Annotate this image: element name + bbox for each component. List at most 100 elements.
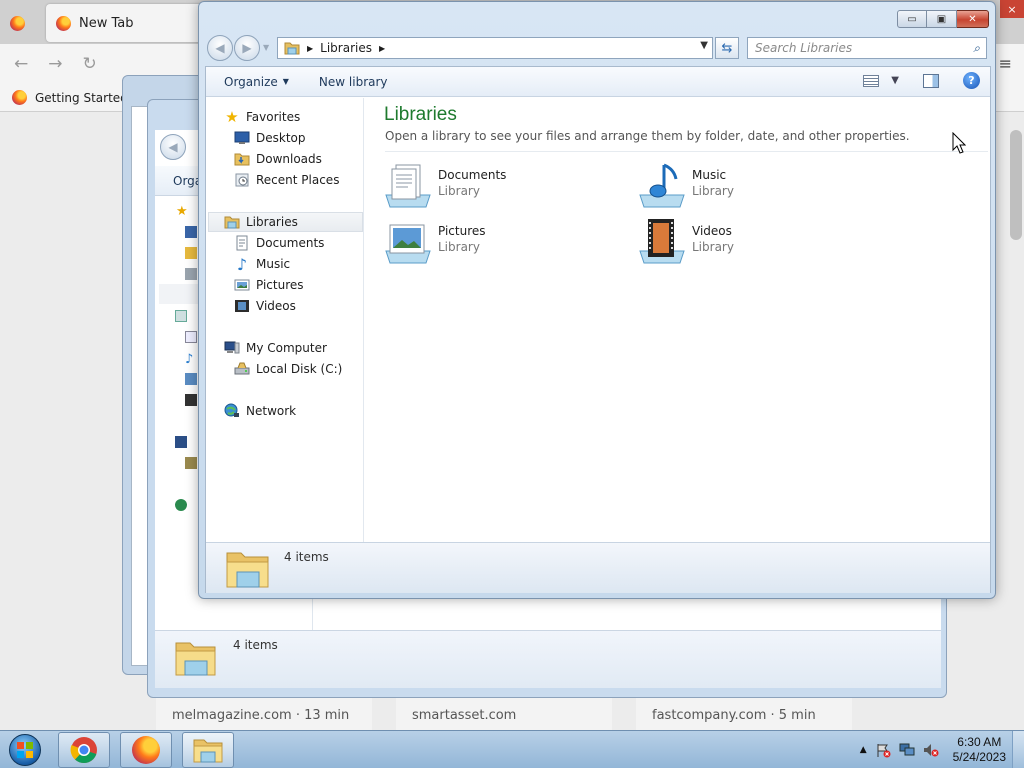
network-icon	[175, 499, 187, 511]
help-icon[interactable]: ?	[963, 72, 980, 89]
show-hidden-icons-button[interactable]: ▲	[860, 745, 867, 755]
browser-close-button[interactable]: ×	[1000, 0, 1024, 18]
close-button[interactable]: ✕	[957, 10, 989, 28]
volume-muted-icon[interactable]	[923, 742, 939, 758]
pictures-library-icon	[385, 224, 431, 264]
music-library-icon	[639, 163, 685, 208]
library-tile-music[interactable]: Music Library	[638, 161, 878, 211]
windows-logo-icon	[9, 734, 41, 766]
breadcrumb-libraries[interactable]: Libraries	[320, 41, 372, 55]
star-icon: ★	[225, 108, 239, 126]
views-icon	[863, 74, 880, 87]
nav-label: Local Disk (C:)	[256, 362, 343, 376]
new-library-button[interactable]: New library	[319, 75, 388, 89]
show-desktop-button[interactable]	[1012, 731, 1024, 768]
search-box[interactable]: Search Libraries ⌕	[747, 37, 987, 59]
libraries-content: Libraries Open a library to see your fil…	[366, 98, 990, 542]
nav-desktop[interactable]: Desktop	[234, 128, 306, 148]
libraries-folder-icon	[193, 739, 223, 763]
minimize-button[interactable]: ▭	[897, 10, 927, 28]
address-dropdown-icon[interactable]: ▼	[700, 40, 708, 51]
forward-arrow-icon[interactable]: →	[48, 54, 62, 74]
clock[interactable]: 6:30 AM 5/24/2023	[953, 735, 1006, 765]
nav-videos[interactable]: Videos	[234, 296, 296, 316]
bookmark-getting-started[interactable]: Getting Started	[35, 91, 128, 105]
firefox-icon	[132, 736, 160, 764]
firefox-tab-new-tab[interactable]: New Tab	[46, 4, 206, 42]
hamburger-menu-icon[interactable]: ≡	[999, 54, 1012, 73]
nav-music[interactable]: ♪ Music	[234, 254, 290, 274]
nav-network[interactable]: Network	[224, 401, 296, 421]
change-view-button[interactable]: ▼	[863, 74, 899, 87]
action-center-flag-icon[interactable]	[875, 742, 891, 758]
taskbar: ▲ 6:30 AM 5/24/2023	[0, 730, 1024, 768]
search-input[interactable]: Search Libraries	[755, 41, 852, 55]
library-tile-videos[interactable]: Videos Library	[638, 217, 878, 267]
library-name: Documents	[438, 168, 507, 182]
breadcrumb-chevron-icon[interactable]: ▶	[379, 44, 385, 53]
library-type: Library	[692, 240, 734, 254]
firefox-tab-pinned[interactable]	[0, 4, 44, 42]
breadcrumb-separator-icon[interactable]: ▶	[307, 44, 313, 53]
organize-button[interactable]: Organize ▼	[224, 75, 289, 89]
nav-downloads[interactable]: Downloads	[234, 149, 322, 169]
story-card[interactable]: smartasset.com	[396, 698, 612, 730]
library-tile-documents[interactable]: Documents Library	[384, 161, 624, 211]
library-tile-pictures[interactable]: Pictures Library	[384, 217, 624, 267]
view-controls: ▼ ?	[863, 72, 980, 89]
nav-libraries[interactable]: Libraries	[208, 212, 363, 232]
taskbar-chrome-button[interactable]	[58, 732, 110, 768]
library-name: Videos	[692, 224, 732, 238]
status-text: 4 items	[284, 550, 329, 564]
nav-recent-places[interactable]: Recent Places	[234, 170, 339, 190]
firefox-icon	[12, 90, 27, 105]
nav-label: Libraries	[246, 215, 298, 229]
back-button[interactable]: ◀	[207, 35, 233, 61]
network-status-icon[interactable]	[899, 742, 915, 758]
refresh-button[interactable]: ⇆	[715, 37, 739, 59]
story-card[interactable]: melmagazine.com · 13 min	[156, 698, 372, 730]
story-card[interactable]: fastcompany.com · 5 min	[636, 698, 852, 730]
tab-title: New Tab	[79, 15, 134, 31]
nav-my-computer[interactable]: My Computer	[224, 338, 327, 358]
nav-label: My Computer	[246, 341, 327, 355]
back-button[interactable]: ◀	[160, 134, 186, 160]
forward-button[interactable]: ▶	[234, 35, 260, 61]
preview-pane-icon[interactable]	[923, 73, 939, 88]
clock-time: 6:30 AM	[957, 735, 1002, 749]
firefox-icon	[56, 15, 71, 31]
videos-library-icon	[639, 219, 685, 264]
nav-local-disk[interactable]: Local Disk (C:)	[234, 359, 342, 379]
address-bar[interactable]: ▶ Libraries ▶ ▼	[277, 37, 713, 59]
back-arrow-icon[interactable]: ←	[14, 54, 28, 74]
library-name: Music	[692, 168, 727, 182]
nav-pictures[interactable]: Pictures	[234, 275, 304, 295]
libraries-folder-icon	[175, 642, 216, 676]
nav-documents[interactable]: Documents	[234, 233, 324, 253]
recent-pages-dropdown-icon[interactable]: ▼	[263, 43, 269, 52]
nav-favorites[interactable]: ★ Favorites	[224, 107, 300, 127]
status-text: 4 items	[233, 638, 278, 652]
firefox-icon	[10, 15, 25, 31]
library-type: Library	[692, 184, 734, 198]
search-icon[interactable]: ⌕	[973, 41, 980, 56]
videos-icon	[235, 300, 249, 312]
taskbar-firefox-button[interactable]	[120, 732, 172, 768]
address-bar-row: ◀ ▶ ▼ ▶ Libraries ▶ ▼ ⇆ Search Libraries…	[207, 34, 989, 62]
library-name: Pictures	[438, 224, 486, 238]
page-scrollbar-thumb[interactable]	[1010, 130, 1022, 240]
reload-icon[interactable]: ↻	[83, 54, 97, 74]
new-library-label: New library	[318, 74, 388, 89]
nav-label: Favorites	[246, 110, 301, 124]
taskbar-explorer-button[interactable]	[182, 732, 234, 768]
recent-places-icon	[235, 173, 249, 187]
documents-library-icon	[385, 164, 431, 208]
start-button[interactable]	[3, 732, 47, 768]
system-tray: ▲ 6:30 AM 5/24/2023	[860, 731, 1016, 768]
maximize-button[interactable]: ▣	[927, 10, 957, 28]
computer-icon	[175, 436, 187, 448]
command-bar: Organize ▼ New library ▼ ?	[206, 67, 990, 97]
divider	[385, 151, 988, 152]
caption-buttons: ▭ ▣ ✕	[897, 10, 989, 28]
organize-label: Organize	[224, 74, 278, 89]
